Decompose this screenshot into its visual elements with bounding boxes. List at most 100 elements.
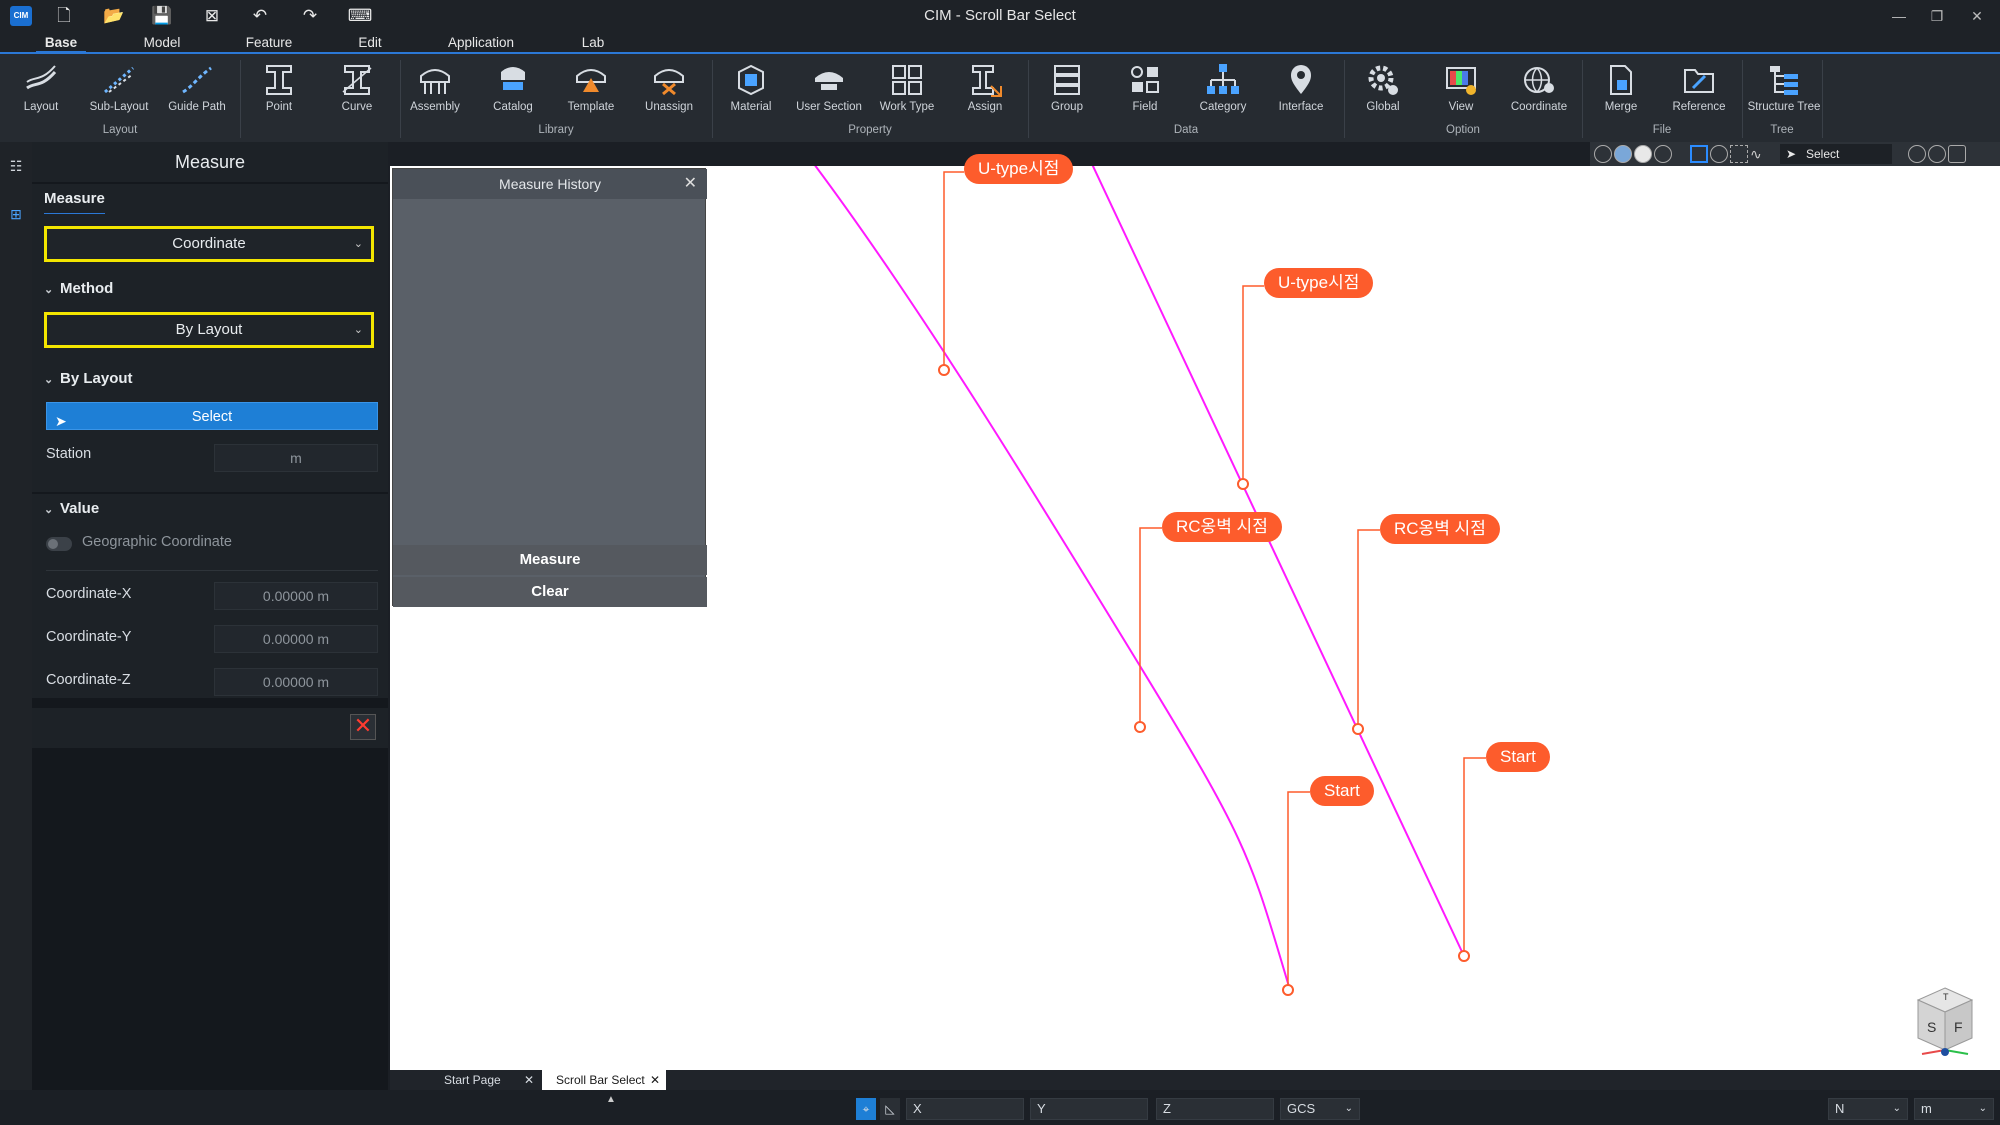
panel-collapse-icon[interactable]: ▲ [606,1094,616,1105]
catalog-button[interactable]: Catalog [478,60,548,122]
field-button[interactable]: Field [1110,60,1180,122]
coordinate-button[interactable]: Coordinate [1504,60,1574,122]
zoom-extents-icon[interactable] [1908,145,1926,163]
tab-feature[interactable]: Feature [234,32,304,54]
keyboard-icon[interactable]: ⌨ [346,4,374,28]
z-coordinate-field[interactable]: Z [1156,1098,1274,1120]
assign-button[interactable]: Assign [950,60,1020,122]
freehand-select-icon[interactable]: ∿ [1750,145,1768,163]
undo-icon[interactable]: ↶ [246,4,274,28]
method-dropdown[interactable]: By Layout ⌄ [44,312,374,348]
value-section-header[interactable]: ⌄ Value [32,494,388,524]
x-coordinate-field[interactable]: X [906,1098,1024,1120]
tab-model[interactable]: Model [130,32,194,54]
curve-button[interactable]: Curve [322,60,392,122]
snap-icon[interactable]: ⌖ [856,1098,876,1120]
save-icon[interactable]: 💾 [148,4,176,28]
layout-line-left[interactable] [814,166,1291,991]
by-layout-section-header[interactable]: ⌄ By Layout [32,364,388,394]
coordinate-x-field[interactable]: 0.00000 m [214,582,378,610]
view-shaded-icon[interactable] [1614,145,1632,163]
callout-start[interactable]: Start [1310,776,1374,806]
callout-rc-wall-start[interactable]: RC옹벽 시점 [1162,512,1282,542]
view-button[interactable]: View [1426,60,1496,122]
interface-button[interactable]: Interface [1266,60,1336,122]
clear-button[interactable]: Clear [393,577,707,607]
zoom-window-icon[interactable] [1928,145,1946,163]
global-button[interactable]: Global [1348,60,1418,122]
callout-start[interactable]: Start [1486,742,1550,772]
view-solid-icon[interactable] [1634,145,1652,163]
view-cube-toggle-icon[interactable] [1948,145,1966,163]
callout-u-type-start[interactable]: U-type시점 [1264,268,1374,298]
guide-path-button[interactable]: Guide Path [162,60,232,122]
close-icon[interactable]: ✕ [684,169,697,199]
close-file-icon[interactable]: ⊠ [198,4,226,28]
sub-layout-button[interactable]: Sub-Layout [84,60,154,122]
tab-lab[interactable]: Lab [568,32,618,54]
redo-icon[interactable]: ↷ [296,4,324,28]
close-icon[interactable]: ✕ [524,1070,534,1090]
view-wire-icon[interactable] [1594,145,1612,163]
station-marker[interactable] [1458,950,1470,962]
close-measure-button[interactable]: ✕ [350,714,376,740]
work-type-icon [892,65,922,95]
tab-scroll-bar-select[interactable]: Scroll Bar Select ✕ [542,1070,666,1090]
new-file-icon[interactable]: 🗋 [50,4,78,28]
direction-dropdown[interactable]: N ⌄ [1828,1098,1908,1120]
close-window-button[interactable]: ✕ [1958,0,1996,32]
view-hidden-icon[interactable] [1654,145,1672,163]
work-type-button[interactable]: Work Type [872,60,942,122]
restore-button[interactable]: ❐ [1918,0,1956,32]
ribbon-group-data: Data [1173,124,1199,136]
station-marker[interactable] [938,364,950,376]
select-layout-button[interactable]: ➤ Select [46,402,378,430]
callout-rc-wall-start[interactable]: RC옹벽 시점 [1380,514,1500,544]
divider [46,570,378,571]
tab-base[interactable]: Base [36,32,86,54]
geographic-coordinate-toggle[interactable] [46,537,72,551]
group-button[interactable]: Group [1032,60,1102,122]
assembly-icon [420,69,450,94]
point-button[interactable]: Point [244,60,314,122]
category-button[interactable]: Category [1188,60,1258,122]
measure-button[interactable]: Measure [393,545,707,575]
unassign-button[interactable]: Unassign [634,60,704,122]
minimize-button[interactable]: — [1880,0,1918,32]
circle-select-icon[interactable] [1710,145,1728,163]
coordinate-z-field[interactable]: 0.00000 m [214,668,378,696]
reference-button[interactable]: Reference [1664,60,1734,122]
station-input[interactable]: m [214,444,378,472]
coordinate-y-field[interactable]: 0.00000 m [214,625,378,653]
layout-button[interactable]: Layout [6,60,76,122]
assembly-button[interactable]: Assembly [400,60,470,122]
callout-u-type-start[interactable]: U-type시점 [964,154,1074,184]
unit-dropdown[interactable]: m ⌄ [1914,1098,1994,1120]
tab-edit[interactable]: Edit [344,32,396,54]
material-button[interactable]: Material [716,60,786,122]
measure-type-dropdown[interactable]: Coordinate ⌄ [44,226,374,262]
tree-view-icon[interactable]: ☷ [6,156,26,176]
station-marker[interactable] [1352,723,1364,735]
user-section-button[interactable]: User Section [794,60,864,122]
station-marker[interactable] [1237,478,1249,490]
select-mode-dropdown[interactable]: ➤ Select [1780,144,1892,164]
view-cube[interactable]: T S F [1910,980,1980,1060]
box-select-icon[interactable] [1690,145,1708,163]
close-icon[interactable]: ✕ [650,1070,660,1090]
template-button[interactable]: Template [556,60,626,122]
station-marker[interactable] [1134,721,1146,733]
method-section-header[interactable]: ⌄ Method [32,274,388,304]
merge-button[interactable]: Merge [1586,60,1656,122]
station-marker[interactable] [1282,984,1294,996]
polygon-select-icon[interactable] [1730,145,1748,163]
structure-tree-button[interactable]: Structure Tree [1746,60,1822,122]
measure-section-header: Measure [32,184,388,215]
coordinate-system-dropdown[interactable]: GCS ⌄ [1280,1098,1360,1120]
tab-start-page[interactable]: Start Page ✕ [420,1070,540,1090]
ortho-icon[interactable]: ◺ [880,1098,900,1120]
open-folder-icon[interactable]: 📂 [100,4,128,28]
y-coordinate-field[interactable]: Y [1030,1098,1148,1120]
apps-grid-icon[interactable]: ⊞ [6,204,26,224]
tab-application[interactable]: Application [438,32,524,54]
